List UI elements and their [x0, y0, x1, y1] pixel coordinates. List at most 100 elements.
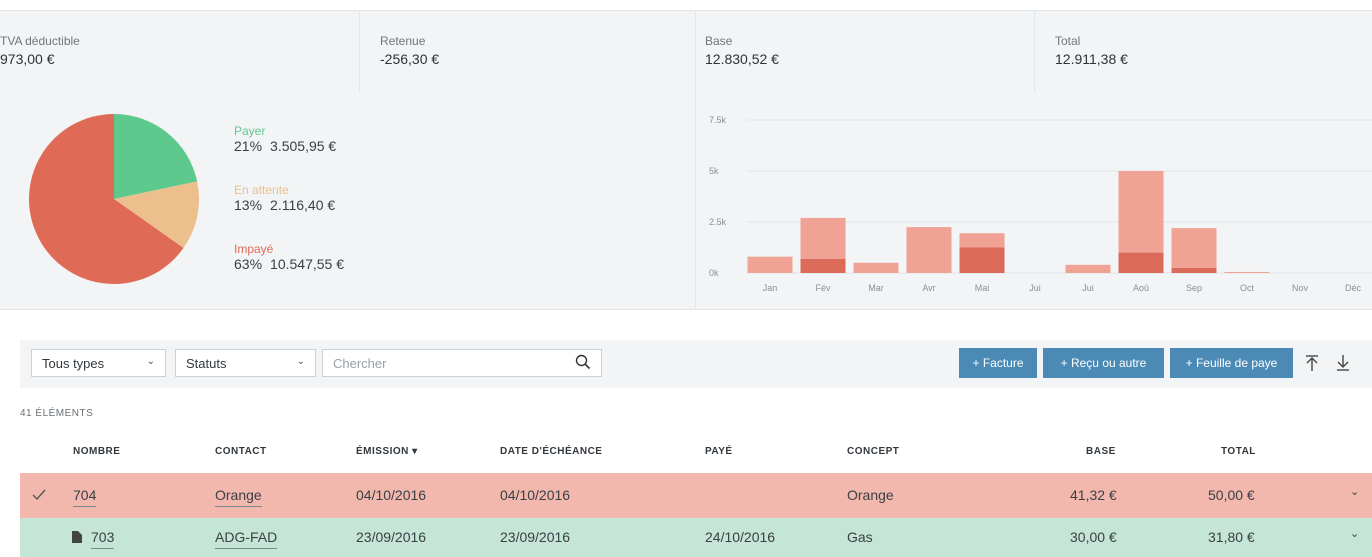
cell-paye: 24/10/2016 [705, 529, 776, 545]
bar-Mar-light[interactable] [853, 262, 899, 273]
legend-impaye: Impayé 63% 10.547,55 € [234, 242, 344, 274]
bar-Jan-light[interactable] [747, 256, 793, 273]
x-tick-label: Sep [1186, 283, 1202, 293]
download-icon[interactable] [1334, 354, 1352, 372]
nombre-link[interactable]: 703 [91, 529, 115, 549]
y-tick-label: 0k [709, 268, 719, 278]
cell-echeance: 23/09/2016 [500, 529, 571, 545]
cell-base: 30,00 € [1070, 529, 1117, 545]
search-icon[interactable] [575, 354, 591, 370]
cell-total: 50,00 € [1208, 487, 1255, 503]
col-contact[interactable]: CONTACT [215, 446, 267, 457]
bar-Jui-light[interactable] [1065, 264, 1111, 273]
legend-amount: 2.116,40 € [270, 197, 336, 213]
type-select-value: Tous types [42, 356, 105, 371]
bar-Fév-dark[interactable] [800, 258, 846, 273]
kpi-value: 12.911,38 € [1055, 51, 1128, 67]
col-base[interactable]: BASE [1086, 446, 1116, 457]
table-row[interactable]: 703 ADG-FAD 23/09/2016 23/09/2016 24/10/… [20, 518, 1372, 557]
monthly-bar-chart: 0k 2.5k 5k 7.5k Jan Fév Mar Avr Mai Jui Jui Aoû Sep O… [709, 115, 1372, 293]
bar-Sep-light[interactable] [1171, 228, 1217, 268]
bar-Sep-dark[interactable] [1171, 267, 1217, 273]
col-echeance[interactable]: DATE D'ÉCHÉANCE [500, 446, 602, 457]
legend-payer: Payer 21% 3.505,95 € [234, 124, 336, 156]
col-nombre[interactable]: NOMBRE [73, 446, 120, 457]
cell-emission: 04/10/2016 [356, 487, 427, 503]
table-row[interactable]: 704 Orange 04/10/2016 04/10/2016 Orange … [20, 473, 1372, 518]
col-concept[interactable]: CONCEPT [847, 446, 899, 457]
legend-label: En attente [234, 183, 289, 197]
bar-Aoû-light[interactable] [1118, 171, 1164, 253]
upload-icon[interactable] [1303, 354, 1321, 372]
legend-amount: 3.505,95 € [270, 138, 337, 154]
kpi-retenue: Retenue -256,30 € [360, 11, 696, 93]
bar-Fév-light[interactable] [800, 217, 846, 259]
cell-nombre[interactable]: 704 [73, 487, 97, 507]
add-invoice-button[interactable]: + Facture [959, 348, 1037, 378]
contact-link[interactable]: ADG-FAD [215, 529, 278, 549]
top-strip [0, 0, 1372, 6]
cell-base: 41,32 € [1070, 487, 1117, 503]
status-select[interactable]: Statuts ⌄ [175, 349, 316, 377]
kpi-label: Retenue [380, 34, 426, 48]
legend-pct: 63% [234, 256, 263, 272]
items-count: 41 ÉLÉMENTS [20, 408, 94, 419]
bar-Oct-light[interactable] [1224, 271, 1270, 273]
bar-Mai-dark[interactable] [959, 247, 1005, 274]
y-tick-label: 7.5k [709, 115, 727, 125]
bar-Mai-light[interactable] [959, 233, 1005, 248]
x-tick-label: Déc [1345, 283, 1362, 293]
bar-Aoû-dark[interactable] [1118, 252, 1164, 273]
check-icon[interactable] [32, 489, 46, 501]
contact-link[interactable]: Orange [215, 487, 262, 507]
status-pie-chart [29, 114, 199, 284]
nombre-link[interactable]: 704 [73, 487, 97, 507]
type-select[interactable]: Tous types ⌄ [31, 349, 166, 377]
col-total[interactable]: TOTAL [1221, 446, 1256, 457]
legend-label: Payer [234, 124, 266, 138]
cell-concept: Gas [847, 529, 873, 545]
cell-total: 31,80 € [1208, 529, 1255, 545]
monthly-bar-panel: 0k 2.5k 5k 7.5k Jan Fév Mar Avr Mai Jui Jui Aoû Sep O… [697, 93, 1372, 309]
kpi-label: TVA déductible [0, 34, 80, 48]
kpi-tva: TVA déductible 973,00 € [0, 11, 360, 93]
x-tick-label: Nov [1292, 283, 1309, 293]
x-tick-label: Aoû [1133, 283, 1149, 293]
cell-contact[interactable]: ADG-FAD [215, 529, 278, 549]
search-box [322, 349, 602, 377]
document-icon [72, 531, 82, 543]
kpi-band: TVA déductible 973,00 € Retenue -256,30 … [0, 10, 1372, 94]
add-payslip-button[interactable]: + Feuille de paye [1170, 348, 1293, 378]
x-tick-label: Fév [815, 283, 831, 293]
bar-Avr-light[interactable] [906, 227, 952, 273]
col-emission[interactable]: ÉMISSION ▾ [356, 446, 418, 457]
status-pie-panel: Payer 21% 3.505,95 € En attente 13% 2.116,… [0, 93, 696, 309]
kpi-label: Total [1055, 34, 1081, 48]
col-paye[interactable]: PAYÉ [705, 446, 733, 457]
y-tick-label: 2.5k [709, 217, 727, 227]
table-header: NOMBRE CONTACT ÉMISSION ▾ DATE D'ÉCHÉANC… [20, 440, 1372, 468]
cell-echeance: 04/10/2016 [500, 487, 571, 503]
add-receipt-button[interactable]: + Reçu ou autre [1043, 348, 1164, 378]
charts-band: Payer 21% 3.505,95 € En attente 13% 2.116,… [0, 93, 1372, 310]
cell-emission: 23/09/2016 [356, 529, 427, 545]
legend-label: Impayé [234, 242, 274, 256]
x-tick-label: Jui [1082, 283, 1094, 293]
legend-pct: 21% [234, 138, 263, 154]
search-input[interactable] [323, 350, 573, 376]
x-tick-label: Jui [1029, 283, 1041, 293]
chevron-down-icon[interactable]: ⌄ [1350, 485, 1359, 498]
chevron-down-icon: ⌄ [146, 356, 155, 367]
kpi-value: 973,00 € [0, 51, 55, 67]
y-tick-label: 5k [709, 166, 719, 176]
chevron-down-icon: ⌄ [296, 356, 305, 367]
cell-nombre[interactable]: 703 [91, 529, 115, 549]
cell-concept: Orange [847, 487, 894, 503]
status-select-value: Statuts [186, 356, 227, 371]
legend-en-attente: En attente 13% 2.116,40 € [234, 183, 335, 215]
x-tick-label: Mar [868, 283, 884, 293]
cell-contact[interactable]: Orange [215, 487, 262, 507]
x-tick-label: Oct [1240, 283, 1255, 293]
kpi-total: Total 12.911,38 € [1035, 11, 1372, 93]
chevron-down-icon[interactable]: ⌄ [1350, 527, 1359, 540]
